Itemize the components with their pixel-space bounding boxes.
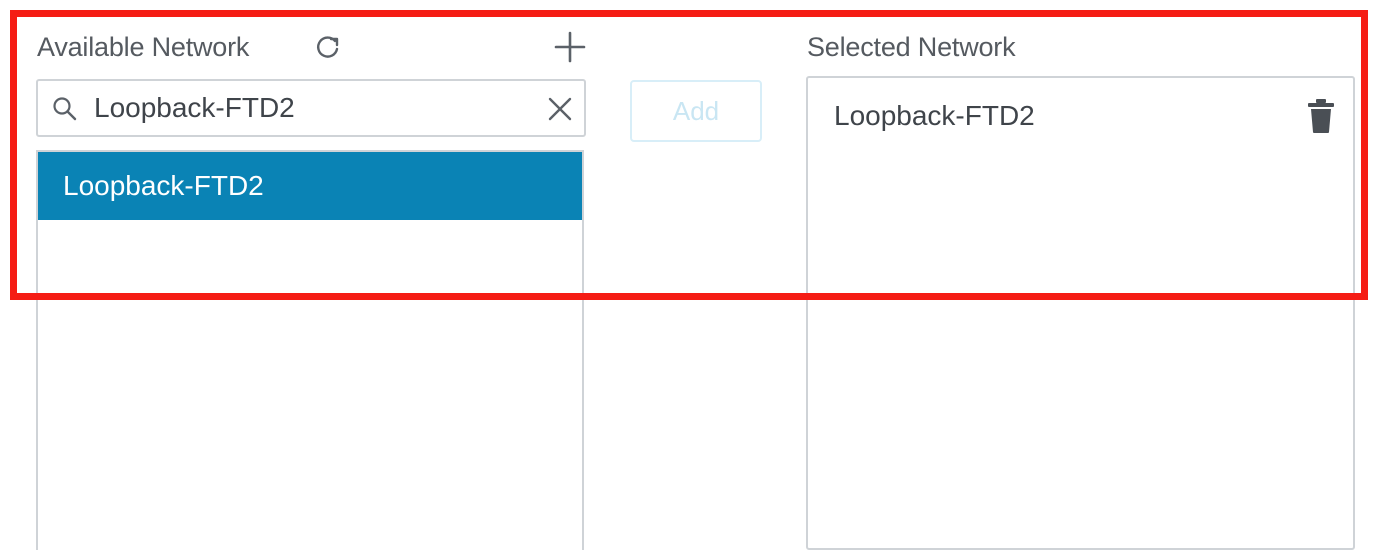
- available-network-list: Loopback-FTD2: [36, 150, 584, 550]
- available-network-title: Available Network: [37, 32, 250, 62]
- add-button[interactable]: Add: [630, 80, 762, 142]
- selected-network-title: Selected Network: [807, 32, 1016, 62]
- close-icon[interactable]: [546, 95, 574, 123]
- selected-network-list: Loopback-FTD2: [806, 76, 1355, 550]
- trash-icon[interactable]: [1306, 98, 1336, 134]
- search-icon: [53, 97, 77, 121]
- plus-icon[interactable]: [553, 30, 587, 64]
- refresh-icon[interactable]: [313, 32, 343, 62]
- list-item[interactable]: Loopback-FTD2: [38, 152, 582, 220]
- list-item-label: Loopback-FTD2: [63, 170, 264, 201]
- list-item: Loopback-FTD2: [808, 78, 1353, 158]
- list-item-label: Loopback-FTD2: [834, 100, 1035, 131]
- search-box: [36, 79, 586, 137]
- search-input[interactable]: [94, 89, 514, 127]
